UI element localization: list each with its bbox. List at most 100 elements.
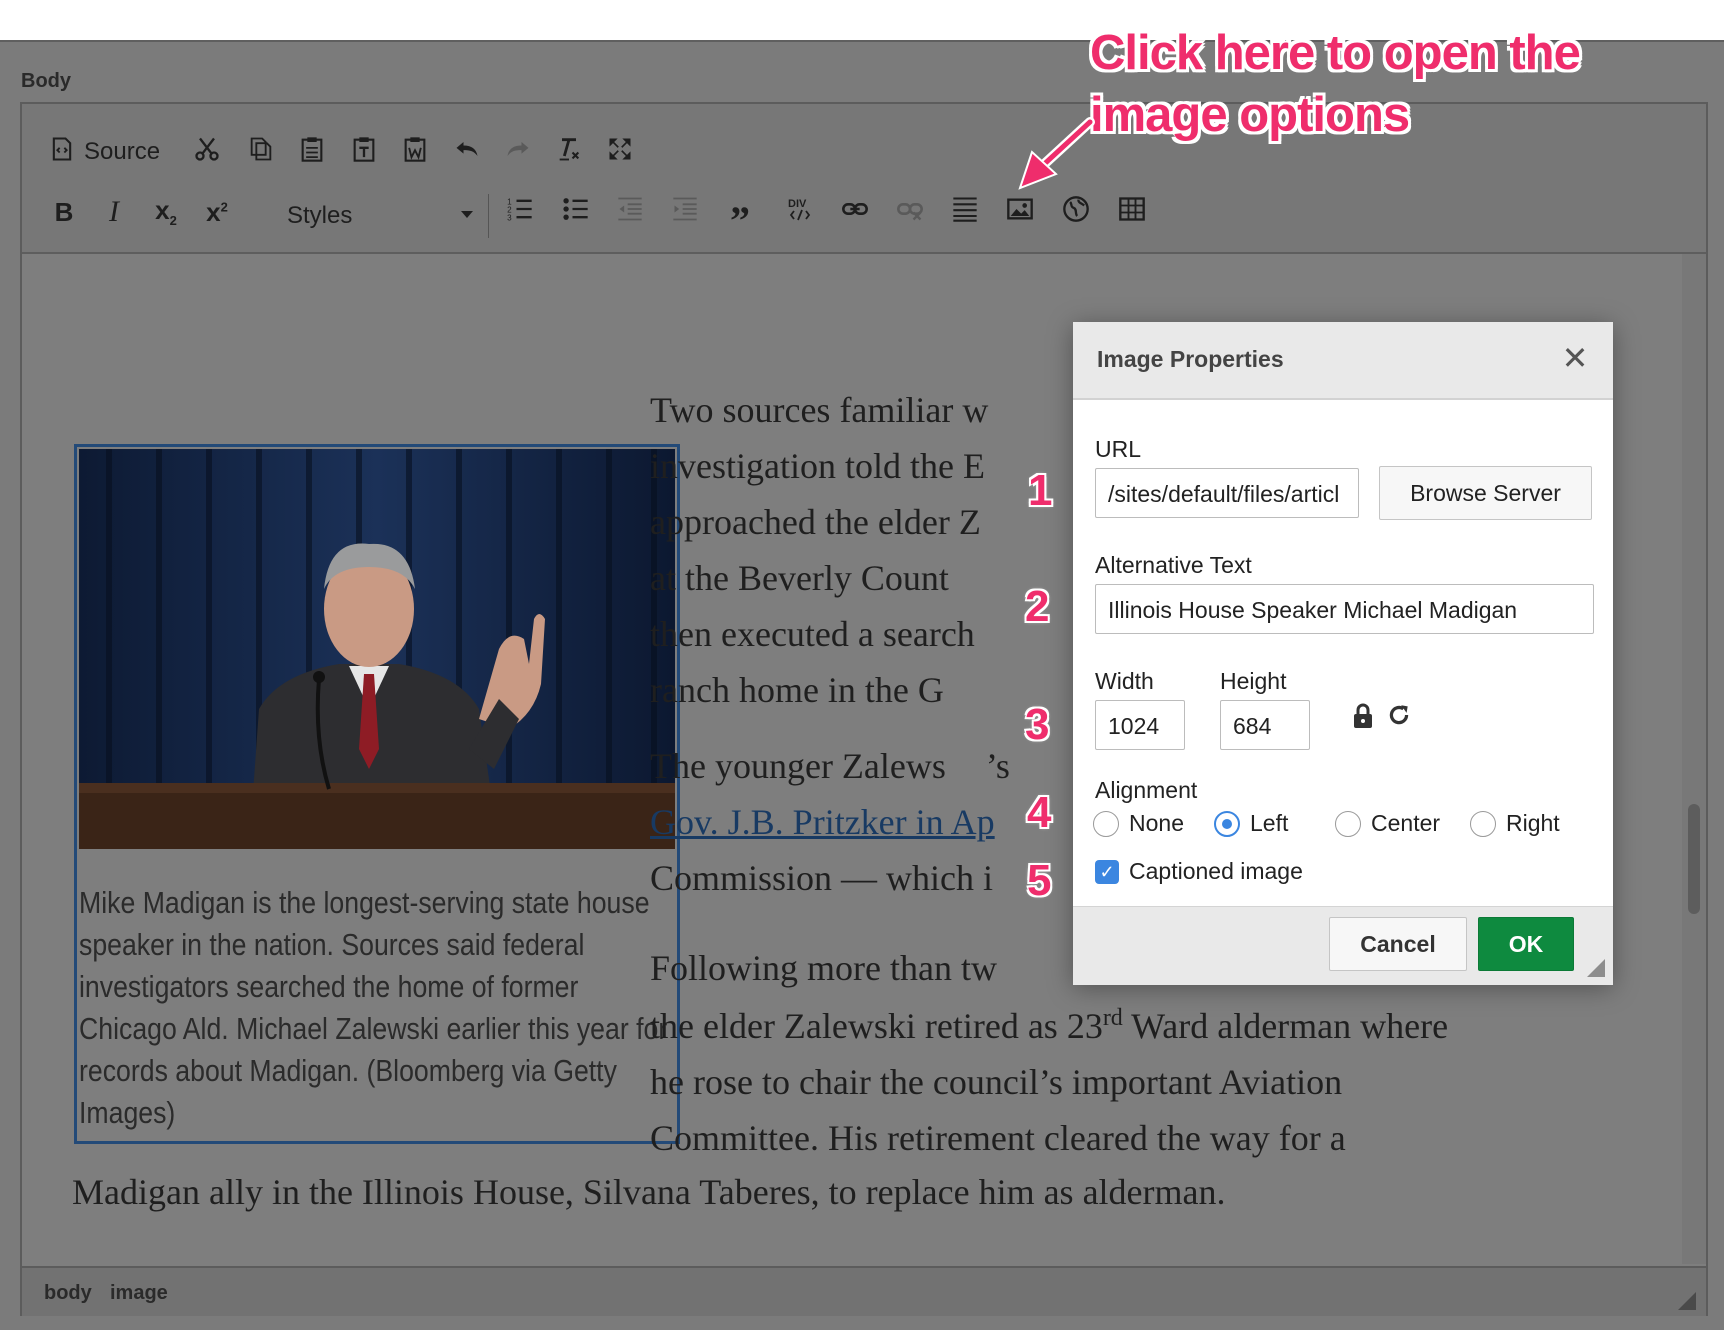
align-right-radio[interactable] bbox=[1470, 811, 1496, 837]
width-label: Width bbox=[1095, 668, 1154, 694]
align-none-radio[interactable] bbox=[1093, 811, 1119, 837]
scrollbar-thumb[interactable] bbox=[1688, 804, 1700, 914]
paste-button[interactable] bbox=[292, 132, 332, 172]
paragraph-line: Commission — which i bbox=[650, 858, 994, 898]
align-left-label: Left bbox=[1250, 810, 1289, 836]
undo-icon bbox=[453, 135, 481, 170]
horizontal-line-icon bbox=[951, 195, 979, 230]
source-icon bbox=[48, 135, 76, 170]
paragraph-3-last-line[interactable]: Madigan ally in the Illinois House, Silv… bbox=[72, 1164, 1226, 1220]
paragraph-1[interactable]: Two sources familiar w investigation tol… bbox=[650, 382, 988, 718]
line-text: The younger Zalews bbox=[650, 746, 946, 786]
close-icon[interactable]: ✕ bbox=[1561, 342, 1589, 374]
resize-grip[interactable] bbox=[1678, 1292, 1696, 1310]
div-button[interactable]: DIV bbox=[780, 192, 820, 232]
remove-format-button[interactable] bbox=[549, 132, 589, 172]
link-icon bbox=[841, 195, 869, 230]
line-text: the elder Zalewski retired as 23 bbox=[650, 1006, 1103, 1046]
superscript-text: rd bbox=[1102, 1005, 1123, 1031]
numbered-list-button[interactable]: 123 bbox=[500, 192, 540, 232]
link-button[interactable] bbox=[835, 192, 875, 232]
paste-word-icon bbox=[401, 135, 429, 170]
paragraph-line: at the Beverly Count bbox=[650, 558, 949, 598]
line-text: Ward alderman where bbox=[1122, 1006, 1449, 1046]
unlink-button[interactable] bbox=[890, 192, 930, 232]
callout-line: Click here to open the bbox=[1090, 26, 1581, 80]
height-input[interactable]: 684 bbox=[1220, 700, 1310, 750]
styles-label: Styles bbox=[287, 202, 353, 229]
copy-button[interactable] bbox=[241, 132, 281, 172]
reset-size-icon[interactable] bbox=[1386, 702, 1412, 733]
styles-dropdown[interactable]: Styles bbox=[287, 196, 477, 236]
source-button[interactable]: Source bbox=[48, 132, 178, 172]
paragraph-line: approached the elder Z bbox=[650, 502, 981, 542]
align-left-radio[interactable] bbox=[1214, 811, 1240, 837]
bold-button[interactable]: B bbox=[44, 192, 84, 232]
browse-server-button[interactable]: Browse Server bbox=[1379, 466, 1592, 520]
paragraph-2[interactable]: The younger Zalews ’s Gov. J.B. Pritzker … bbox=[650, 738, 1010, 906]
cut-button[interactable] bbox=[187, 132, 227, 172]
redo-icon bbox=[504, 135, 532, 170]
callout-line: image options bbox=[1090, 88, 1410, 142]
captioned-image[interactable]: Mike Madigan is the longest-serving stat… bbox=[74, 444, 680, 1144]
italic-icon: I bbox=[109, 195, 119, 228]
cancel-button[interactable]: Cancel bbox=[1329, 917, 1467, 971]
subscript-button[interactable]: x2 bbox=[146, 192, 186, 232]
element-path-bar: body image bbox=[22, 1266, 1706, 1316]
copy-icon bbox=[247, 135, 275, 170]
redo-button[interactable] bbox=[498, 132, 538, 172]
alignment-label: Alignment bbox=[1095, 777, 1198, 803]
scrollbar-track[interactable] bbox=[1682, 254, 1706, 1264]
subscript-icon: x2 bbox=[155, 195, 177, 229]
align-center-radio[interactable] bbox=[1335, 811, 1361, 837]
paste-word-button[interactable] bbox=[395, 132, 435, 172]
outdent-icon bbox=[616, 195, 644, 230]
align-center-label: Center bbox=[1371, 810, 1441, 836]
outdent-button[interactable] bbox=[610, 192, 650, 232]
dialog-header: Image Properties ✕ bbox=[1073, 322, 1613, 400]
paragraph-line: he rose to chair the council’s important… bbox=[650, 1062, 1343, 1102]
bold-icon: B bbox=[54, 196, 74, 227]
unlink-icon bbox=[896, 195, 924, 230]
table-button[interactable] bbox=[1112, 192, 1152, 232]
image-caption[interactable]: Mike Madigan is the longest-serving stat… bbox=[79, 882, 672, 1134]
url-input[interactable]: /sites/default/files/articl bbox=[1095, 468, 1359, 518]
speaker-photo bbox=[79, 449, 675, 849]
paste-text-button[interactable] bbox=[344, 132, 384, 172]
paragraph-line: Committee. His retirement cleared the wa… bbox=[650, 1118, 1346, 1158]
paragraph-line: Gov. J.B. Pritzker in Ap bbox=[650, 794, 1010, 850]
superscript-icon: x2 bbox=[206, 196, 228, 227]
callout-text: Click here to open the image options bbox=[1090, 22, 1581, 146]
lock-ratio-icon[interactable] bbox=[1351, 702, 1375, 735]
ok-button[interactable]: OK bbox=[1478, 917, 1574, 971]
paragraph-line: ranch home in the G bbox=[650, 670, 944, 710]
superscript-button[interactable]: x2 bbox=[197, 192, 237, 232]
paragraph-line: the elder Zalewski retired as 23rd Ward … bbox=[650, 998, 1448, 1054]
blockquote-button[interactable]: ” bbox=[720, 192, 760, 243]
undo-button[interactable] bbox=[447, 132, 487, 172]
chevron-down-icon bbox=[461, 211, 473, 218]
indent-button[interactable] bbox=[665, 192, 705, 232]
paste-icon bbox=[298, 135, 326, 170]
svg-text:3: 3 bbox=[507, 213, 512, 222]
captioned-image-checkbox[interactable]: ✓ bbox=[1095, 860, 1119, 884]
captioned-image-label: Captioned image bbox=[1129, 858, 1303, 884]
dialog-resize-grip[interactable] bbox=[1587, 959, 1605, 977]
width-input[interactable]: 1024 bbox=[1095, 700, 1185, 750]
pritzker-link[interactable]: Gov. J.B. Pritzker in Ap bbox=[650, 802, 995, 842]
horizontal-line-button[interactable] bbox=[945, 192, 985, 232]
path-image[interactable]: image bbox=[110, 1282, 168, 1305]
bulleted-list-button[interactable] bbox=[556, 192, 596, 232]
path-body[interactable]: body bbox=[44, 1282, 92, 1305]
italic-button[interactable]: I bbox=[94, 192, 134, 232]
dialog-footer: Cancel OK bbox=[1073, 906, 1613, 985]
div-icon: DIV bbox=[786, 195, 814, 230]
step-number-4: 4 bbox=[1027, 788, 1052, 837]
paragraph-line: investigation told the E bbox=[650, 446, 985, 486]
step-number-5: 5 bbox=[1027, 856, 1052, 905]
maximize-button[interactable] bbox=[600, 132, 640, 172]
step-number-2: 2 bbox=[1025, 582, 1050, 631]
callout-arrow-icon bbox=[1018, 117, 1095, 190]
alt-text-input[interactable]: Illinois House Speaker Michael Madigan bbox=[1095, 584, 1594, 634]
align-none-label: None bbox=[1129, 810, 1184, 836]
